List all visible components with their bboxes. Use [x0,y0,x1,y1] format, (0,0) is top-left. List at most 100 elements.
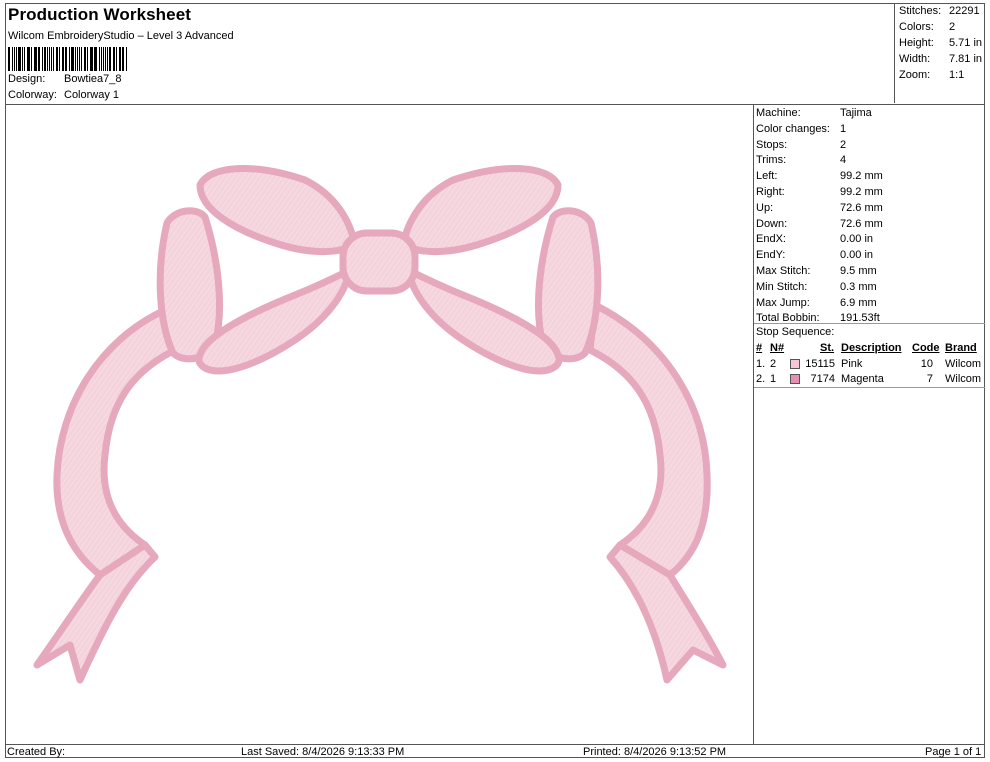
machine-info-value: 72.6 mm [840,217,883,230]
colors-label: Colors: [899,21,934,33]
width-label: Width: [899,53,931,65]
barcode-bar [37,47,38,71]
colorway-label: Colorway: [8,89,57,101]
stop-sequence-row: 2. 1 7174 Magenta 7 Wilcom [754,373,985,387]
machine-info-label: Color changes: [756,122,830,135]
worksheet-footer: Created By: Last Saved: 8/4/2026 9:13:33… [5,744,985,759]
machine-info-row: Up: 72.6 mm [756,202,883,214]
barcode-bar [112,47,113,71]
section-divider [754,387,985,388]
stitches-value: 22291 [949,5,980,17]
design-value: Bowtiea7_8 [64,73,122,85]
bow-knot [339,229,419,295]
bow-ribbon-illustration [33,165,727,684]
machine-info-label: EndY: [756,249,786,262]
barcode-bar [57,47,58,71]
worksheet-header: Production Worksheet Wilcom EmbroiderySt… [8,5,893,105]
stop-num: 1. [756,358,766,370]
barcode-bar [59,47,60,71]
design-preview [5,105,753,745]
machine-info-value: 0.00 in [840,233,874,246]
machine-info-value: 0.00 in [840,249,874,262]
stop-needle: 2 [770,358,777,370]
barcode-bar [31,47,32,71]
barcode-bar [51,47,52,71]
stop-stitches: 7174 [810,373,835,385]
machine-info-label: Up: [756,201,774,214]
barcode-bar [126,47,127,71]
stop-sequence-title: Stop Sequence: [756,326,835,338]
barcode-bar [108,47,111,71]
machine-info-label: EndX: [756,233,786,246]
zoom-value: 1:1 [949,69,965,81]
barcode-bar [83,47,84,71]
barcode-bar [66,47,67,71]
left-upper-loop [196,165,359,255]
barcode-bar [43,47,46,71]
barcode-bar [123,47,124,71]
machine-info-value: 0.3 mm [840,280,877,293]
barcode-bar [116,47,117,71]
barcode-bar [107,47,108,71]
barcode-bar [64,47,65,71]
machine-info-label: Min Stitch: [756,280,808,293]
barcode-bar [79,47,80,71]
design-row: Design: Bowtiea7_8 [8,73,122,85]
barcode-bar [80,47,82,71]
stop-description: Pink [841,358,863,370]
barcode-bar [61,47,64,71]
machine-info-label: Left: [756,170,778,183]
machine-info-value: 9.5 mm [840,265,877,277]
machine-info-row: Trims: 4 [756,154,846,166]
barcode-bar [99,47,100,71]
thread-color-swatch [790,374,800,384]
stop-code: 10 [920,358,933,370]
barcode-bar [77,47,78,71]
barcode-bar [49,47,50,71]
barcode-bar [85,47,86,71]
barcode-bar [52,47,54,71]
created-by: Created By: [7,746,66,758]
col-needle: N# [770,342,785,354]
barcode-bar [15,47,16,71]
barcode-bar [105,47,106,71]
machine-info-value: 1 [840,122,847,135]
barcode-bar [118,47,121,71]
barcode-bar [33,47,37,71]
colors-row: Colors: 2 [899,21,955,33]
barcode-bar [23,47,25,71]
machine-info-row: Left: 99.2 mm [756,170,883,182]
barcode-bar [39,47,40,71]
barcode-bar [13,47,15,71]
design-label: Design: [8,73,46,85]
machine-info-row: Right: 99.2 mm [756,186,883,198]
machine-info-value: 2 [840,138,847,151]
page-title: Production Worksheet [8,5,192,24]
machine-info-value: 99.2 mm [840,186,883,198]
col-code: Code [912,342,940,354]
stop-sequence-header: # N# St. Description Code Brand [754,342,985,356]
machine-info-label: Max Stitch: [756,265,811,277]
machine-info-row: Max Jump: 6.9 mm [756,297,877,309]
height-value: 5.71 in [949,37,983,49]
barcode-bar [26,47,27,71]
stitches-row: Stitches: 22291 [899,5,980,17]
stop-brand: Wilcom [945,358,982,370]
barcode-bar [87,47,88,71]
thread-color-swatch [790,359,800,369]
barcode-bar [89,47,93,71]
col-brand: Brand [945,342,977,354]
stop-sequence-row: 1. 2 15115 Pink 10 Wilcom [754,358,985,372]
stop-description: Magenta [841,373,884,385]
machine-info-value: 99.2 mm [840,170,883,183]
stop-code: 7 [926,373,933,385]
barcode-bar [102,47,103,71]
stop-stitches: 15115 [805,358,835,370]
machine-info-row: Machine: Tajima [756,107,872,119]
stop-needle: 1 [770,373,777,385]
colorway-value: Colorway 1 [64,89,120,101]
machine-info-row: Stops: 2 [756,139,846,151]
right-streamer [586,301,711,579]
machine-info-label: Down: [756,217,788,230]
stop-brand: Wilcom [945,373,982,385]
